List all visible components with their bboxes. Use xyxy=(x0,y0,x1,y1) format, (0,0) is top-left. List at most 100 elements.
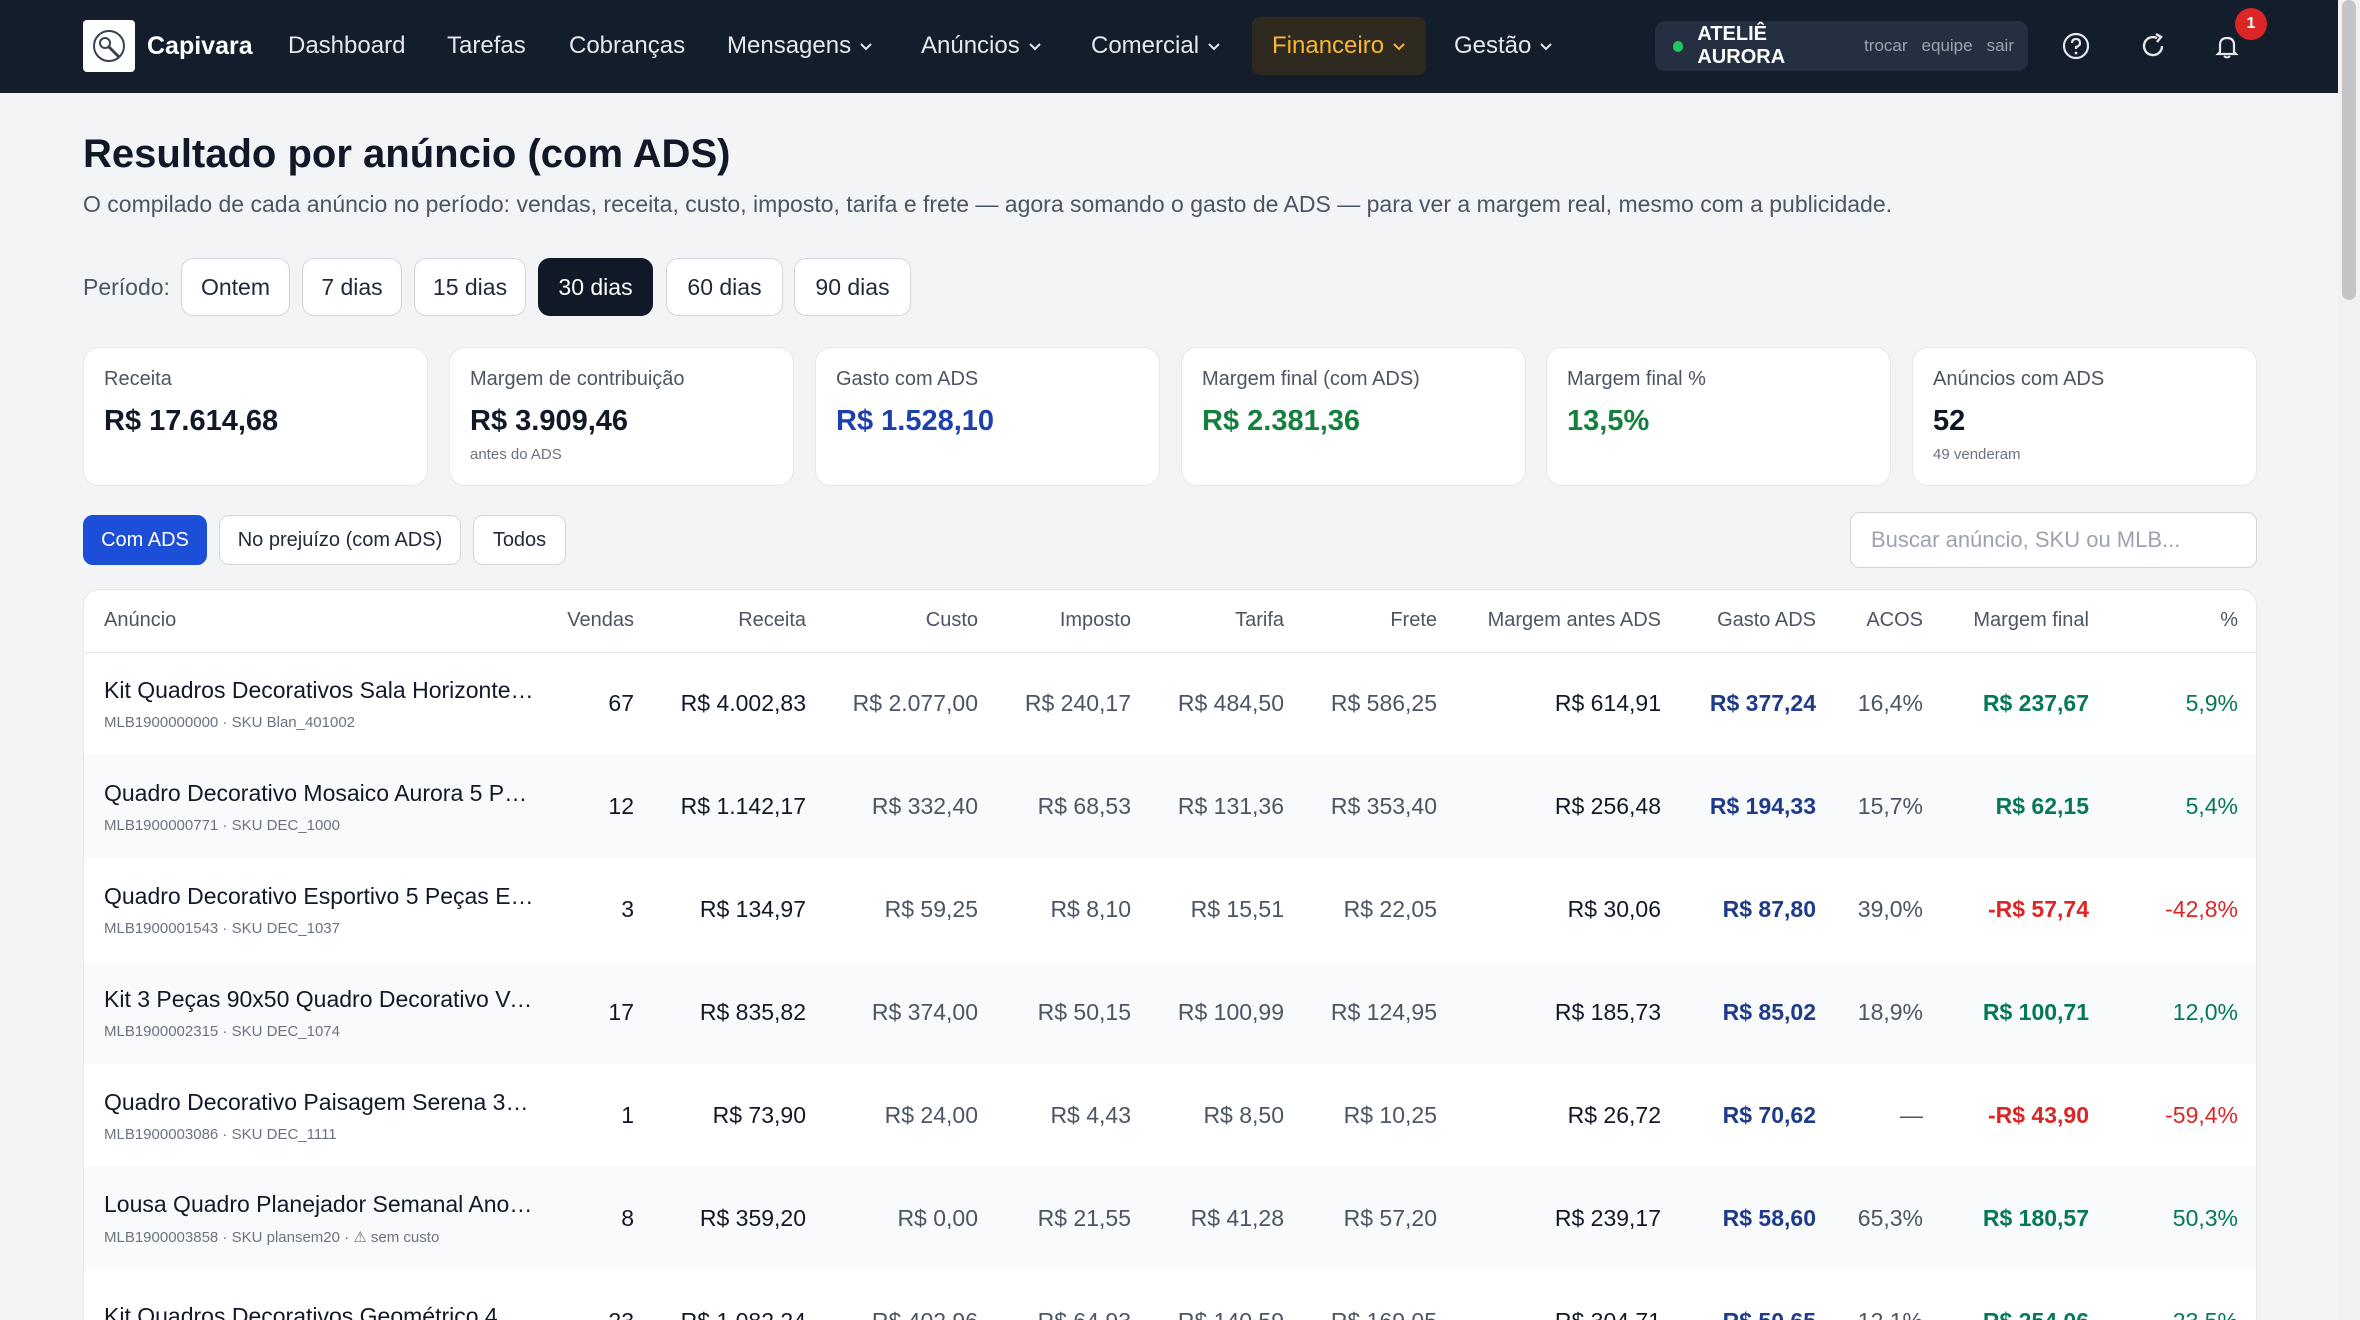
nav-item-gestao[interactable]: Gestão xyxy=(1454,27,1553,65)
col-header-vendas[interactable]: Vendas xyxy=(554,590,654,653)
cell-frete: R$ 169,05 xyxy=(1304,1270,1457,1320)
period-90-dias-button[interactable]: 90 dias xyxy=(794,258,911,316)
col-header-frete[interactable]: Frete xyxy=(1304,590,1457,653)
kpi-value: R$ 17.614,68 xyxy=(104,405,279,437)
logout-link[interactable]: sair xyxy=(1987,36,2014,56)
top-navbar: Capivara Dashboard Tarefas Cobranças Men… xyxy=(0,0,2338,93)
chevron-down-icon xyxy=(1540,43,1553,51)
nav-item-dashboard[interactable]: Dashboard xyxy=(288,27,405,65)
kpi-card-receita: Receita R$ 17.614,68 xyxy=(83,347,428,486)
col-header-custo[interactable]: Custo xyxy=(826,590,998,653)
chevron-down-icon xyxy=(1208,43,1220,51)
cell-anuncio[interactable]: Lousa Quadro Planejador Semanal Anota...… xyxy=(84,1167,554,1270)
account-name: ATELIÊ AURORA xyxy=(1697,23,1786,68)
ad-meta: MLB1900000000 · SKU Blan_401002 xyxy=(104,713,356,731)
col-header-receita[interactable]: Receita xyxy=(654,590,826,653)
nav-label: Dashboard xyxy=(288,32,406,59)
table-row[interactable]: Lousa Quadro Planejador Semanal Anota...… xyxy=(84,1167,2256,1270)
table-row[interactable]: Kit 3 Peças 90x50 Quadro Decorativo Ve..… xyxy=(84,961,2256,1064)
chevron-down-icon xyxy=(1393,43,1405,51)
cell-gasto-ads: R$ 58,60 xyxy=(1681,1167,1836,1270)
kpi-note: 49 venderam xyxy=(1933,446,2021,463)
brand[interactable]: Capivara xyxy=(83,20,253,72)
online-status-icon xyxy=(1673,40,1684,52)
ad-title[interactable]: Quadro Decorativo Mosaico Aurora 5 Peç..… xyxy=(104,780,534,807)
cell-anuncio[interactable]: Quadro Decorativo Mosaico Aurora 5 Peç..… xyxy=(84,755,554,858)
cell-receita: R$ 134,97 xyxy=(699,896,806,922)
scrollbar-thumb[interactable] xyxy=(2342,0,2356,300)
nav-item-mensagens[interactable]: Mensagens xyxy=(727,27,873,65)
cell-vendas: 17 xyxy=(554,961,654,1064)
table-row[interactable]: Quadro Decorativo Esportivo 5 Peças Es..… xyxy=(84,858,2256,961)
help-icon[interactable] xyxy=(2060,30,2092,62)
kpi-value: R$ 1.528,10 xyxy=(836,405,995,437)
cell-anuncio[interactable]: Quadro Decorativo Paisagem Serena 3 P...… xyxy=(84,1064,554,1167)
cell-pct: 5,9% xyxy=(2185,690,2238,717)
col-header-margem-antes-ads[interactable]: Margem antes ADS xyxy=(1457,590,1681,653)
cell-frete: R$ 124,95 xyxy=(1304,961,1457,1064)
ad-title[interactable]: Quadro Decorativo Esportivo 5 Peças Es..… xyxy=(104,883,534,910)
period-7-dias-button[interactable]: 7 dias xyxy=(302,258,402,316)
cell-margem-antes-ads: R$ 256,48 xyxy=(1457,755,1681,858)
page-scrollbar[interactable] xyxy=(2338,0,2360,1320)
cell-frete: R$ 10,25 xyxy=(1343,1102,1437,1128)
table-row[interactable]: Quadro Decorativo Mosaico Aurora 5 Peç..… xyxy=(84,755,2256,858)
cell-margem-final: R$ 237,67 xyxy=(1982,690,2089,717)
kpi-label: Receita xyxy=(104,368,172,390)
refresh-icon[interactable] xyxy=(2137,30,2169,62)
period-15-dias-button[interactable]: 15 dias xyxy=(414,258,526,316)
cell-anuncio[interactable]: Kit 3 Peças 90x50 Quadro Decorativo Ve..… xyxy=(84,961,554,1064)
team-link[interactable]: equipe xyxy=(1922,36,1973,56)
period-60-dias-button[interactable]: 60 dias xyxy=(666,258,783,316)
table-row[interactable]: Kit Quadros Decorativos Sala Horizonte .… xyxy=(84,652,2256,755)
cell-frete: R$ 586,25 xyxy=(1330,690,1437,717)
cell-tarifa: R$ 100,99 xyxy=(1151,961,1304,1064)
bell-icon[interactable] xyxy=(2211,30,2243,62)
cell-margem-antes-ads: R$ 614,91 xyxy=(1554,690,1661,717)
ad-title[interactable]: Kit 3 Peças 90x50 Quadro Decorativo Ve..… xyxy=(104,986,534,1013)
table-row[interactable]: Quadro Decorativo Paisagem Serena 3 P...… xyxy=(84,1064,2256,1167)
period-30-dias-button[interactable]: 30 dias xyxy=(538,258,653,316)
nav-item-financeiro[interactable]: Financeiro xyxy=(1252,17,1427,75)
ad-title[interactable]: Kit Quadros Decorativos Geométrico 4 P..… xyxy=(104,1303,534,1320)
nav-item-anuncios[interactable]: Anúncios xyxy=(921,27,1042,65)
col-header-tarifa[interactable]: Tarifa xyxy=(1151,590,1304,653)
chevron-down-icon xyxy=(860,43,872,51)
period-ontem-button[interactable]: Ontem xyxy=(181,258,290,316)
col-header-pct[interactable]: % xyxy=(2109,590,2256,653)
nav-item-cobrancas[interactable]: Cobranças xyxy=(569,27,685,65)
cell-anuncio[interactable]: Quadro Decorativo Esportivo 5 Peças Es..… xyxy=(84,858,554,961)
kpi-card-margem-final-pct: Margem final % 13,5% xyxy=(1546,347,1891,486)
nav-item-comercial[interactable]: Comercial xyxy=(1091,27,1221,65)
filter-com-ads-button[interactable]: Com ADS xyxy=(83,515,207,565)
ad-title[interactable]: Kit Quadros Decorativos Sala Horizonte .… xyxy=(104,677,534,704)
filter-todos-button[interactable]: Todos xyxy=(473,515,566,565)
col-header-anuncio[interactable]: Anúncio xyxy=(84,590,554,653)
filter-prejuizo-button[interactable]: No prejuízo (com ADS) xyxy=(219,515,461,565)
col-header-imposto[interactable]: Imposto xyxy=(998,590,1151,653)
cell-anuncio[interactable]: Kit Quadros Decorativos Sala Horizonte .… xyxy=(84,652,554,755)
ad-title[interactable]: Lousa Quadro Planejador Semanal Anota... xyxy=(104,1191,534,1218)
account-switcher: ATELIÊ AURORA trocar equipe sair xyxy=(1655,21,2028,71)
nav-item-tarefas[interactable]: Tarefas xyxy=(447,27,526,65)
ad-meta: MLB1900001543 · SKU DEC_1037 xyxy=(104,919,340,937)
cell-anuncio[interactable]: Kit Quadros Decorativos Geométrico 4 P..… xyxy=(84,1270,554,1320)
table-row[interactable]: Kit Quadros Decorativos Geométrico 4 P..… xyxy=(84,1270,2256,1320)
nav-label: Cobranças xyxy=(569,32,686,59)
kpi-label: Gasto com ADS xyxy=(836,368,979,390)
switch-account-link[interactable]: trocar xyxy=(1864,36,1907,56)
ad-title[interactable]: Quadro Decorativo Paisagem Serena 3 P... xyxy=(104,1089,534,1116)
col-header-acos[interactable]: ACOS xyxy=(1836,590,1943,653)
cell-pct: 23,5% xyxy=(2109,1270,2256,1320)
cell-vendas: 3 xyxy=(621,896,634,922)
col-header-gasto-ads[interactable]: Gasto ADS xyxy=(1681,590,1836,653)
cell-vendas: 12 xyxy=(554,755,654,858)
search-input[interactable] xyxy=(1850,512,2257,568)
col-header-margem-final[interactable]: Margem final xyxy=(1943,590,2109,653)
cell-imposto: R$ 50,15 xyxy=(998,961,1151,1064)
cell-custo: R$ 0,00 xyxy=(826,1167,998,1270)
cell-custo: R$ 402,96 xyxy=(826,1270,998,1320)
cell-acos: — xyxy=(1900,1102,1923,1128)
notification-badge: 1 xyxy=(2235,8,2267,40)
cell-receita: R$ 1.142,17 xyxy=(654,755,826,858)
